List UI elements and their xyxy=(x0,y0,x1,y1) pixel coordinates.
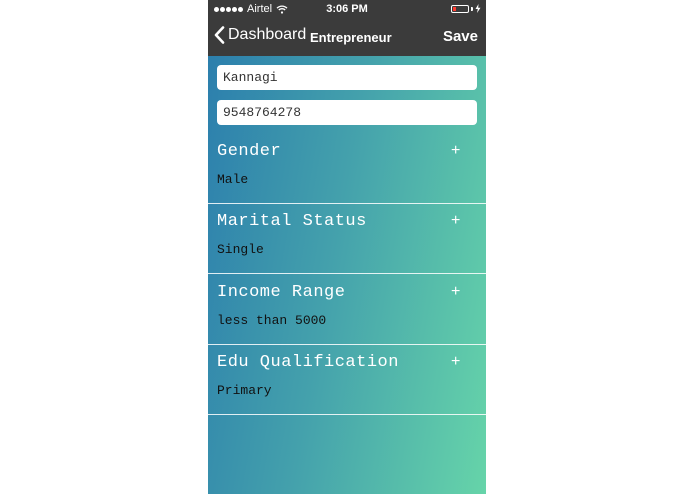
status-bar: Airtel 3:06 PM xyxy=(208,0,486,18)
chevron-left-icon xyxy=(214,26,225,44)
edu-qualification-section[interactable]: Edu Qualification + Primary xyxy=(208,345,486,415)
income-range-value: less than 5000 xyxy=(217,313,327,328)
form-content: Kannagi 9548764278 Gender + Male Marital… xyxy=(208,56,486,494)
gender-section[interactable]: Gender + Male xyxy=(208,134,486,204)
save-button[interactable]: Save xyxy=(443,28,478,45)
navigation-bar: Dashboard Entrepreneur Save xyxy=(208,18,486,56)
battery-tip-icon xyxy=(471,6,473,11)
gender-title: Gender xyxy=(217,142,282,161)
edu-qualification-title: Edu Qualification xyxy=(217,353,399,372)
name-field[interactable]: Kannagi xyxy=(217,65,477,90)
marital-status-section[interactable]: Marital Status + Single xyxy=(208,204,486,274)
income-range-title: Income Range xyxy=(217,283,346,302)
back-button-label: Dashboard xyxy=(228,26,307,43)
income-range-section[interactable]: Income Range + less than 5000 xyxy=(208,275,486,345)
back-button[interactable]: Dashboard xyxy=(214,26,306,44)
page-title: Entrepreneur xyxy=(310,30,392,45)
status-right xyxy=(451,4,481,13)
phone-screen: Airtel 3:06 PM Dashboard Entrepreneur Sa… xyxy=(208,0,486,494)
expand-marital-status-icon[interactable]: + xyxy=(451,212,460,230)
status-time: 3:06 PM xyxy=(326,3,368,15)
marital-status-value: Single xyxy=(217,242,264,257)
marital-status-title: Marital Status xyxy=(217,212,367,231)
edu-qualification-value: Primary xyxy=(217,383,272,398)
expand-edu-qualification-icon[interactable]: + xyxy=(451,353,460,371)
expand-income-range-icon[interactable]: + xyxy=(451,283,460,301)
gender-value: Male xyxy=(217,172,249,187)
charging-bolt-icon xyxy=(475,4,481,13)
phone-field[interactable]: 9548764278 xyxy=(217,100,477,125)
expand-gender-icon[interactable]: + xyxy=(451,142,460,160)
battery-icon xyxy=(451,4,469,13)
